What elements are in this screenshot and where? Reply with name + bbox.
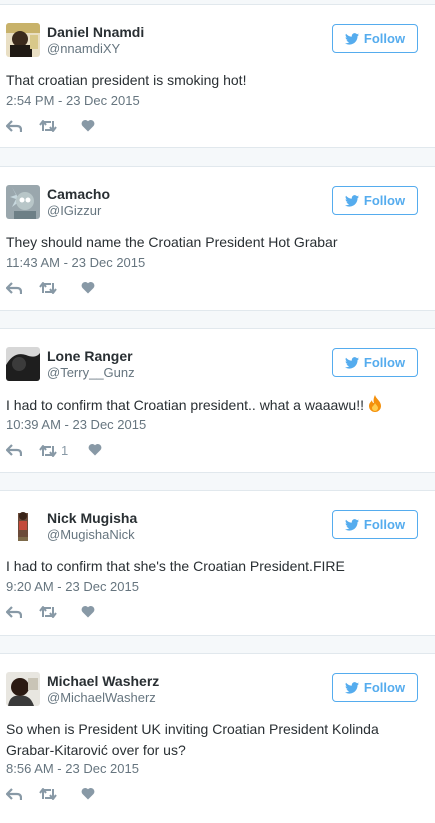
reply-button[interactable] (6, 119, 22, 133)
reply-icon (6, 443, 22, 457)
user-handle[interactable]: @nnamdiXY (47, 41, 120, 56)
follow-button[interactable]: Follow (332, 186, 418, 215)
tweet-actions (6, 605, 206, 621)
tweet-actions: 1 (6, 443, 206, 459)
retweet-button[interactable] (39, 281, 61, 295)
heart-icon (81, 119, 95, 132)
heart-icon (81, 787, 95, 800)
like-button[interactable] (88, 443, 102, 456)
tweet-card: Daniel Nnamdi @nnamdiXY Follow That croa… (0, 4, 435, 148)
tweet-card: Lone Ranger @Terry__Gunz Follow I had to… (0, 328, 435, 473)
follow-button[interactable]: Follow (332, 510, 418, 539)
user-name[interactable]: Michael Washerz (47, 673, 159, 689)
tweet-timestamp[interactable]: 9:20 AM - 23 Dec 2015 (6, 579, 139, 594)
like-button[interactable] (81, 787, 95, 800)
heart-icon (88, 443, 102, 456)
heart-icon (81, 605, 95, 618)
user-name[interactable]: Camacho (47, 186, 110, 202)
reply-icon (6, 605, 22, 619)
tweet-card: Nick Mugisha @MugishaNick Follow I had t… (0, 490, 435, 636)
retweet-icon (39, 281, 57, 295)
retweet-button[interactable] (39, 119, 61, 133)
avatar[interactable] (6, 672, 40, 706)
tweet-actions (6, 787, 206, 803)
follow-label: Follow (363, 517, 406, 532)
tweet-card: Michael Washerz @MichaelWasherz Follow S… (0, 653, 435, 823)
retweet-icon (39, 119, 57, 133)
tweet-text: I had to confirm that she's the Croatian… (6, 558, 345, 574)
reply-button[interactable] (6, 281, 22, 295)
user-name[interactable]: Nick Mugisha (47, 510, 137, 526)
twitter-bird-icon (344, 32, 359, 45)
tweet-text: So when is President UK inviting Croatia… (6, 721, 379, 758)
reply-button[interactable] (6, 605, 22, 619)
user-name[interactable]: Daniel Nnamdi (47, 24, 144, 40)
retweet-icon (39, 787, 57, 801)
retweet-button[interactable]: 1 (39, 443, 68, 458)
follow-label: Follow (363, 31, 406, 46)
reply-button[interactable] (6, 787, 22, 801)
twitter-bird-icon (344, 356, 359, 369)
avatar[interactable] (6, 185, 40, 219)
twitter-bird-icon (344, 518, 359, 531)
follow-label: Follow (363, 193, 406, 208)
reply-icon (6, 281, 22, 295)
user-handle[interactable]: @Terry__Gunz (47, 365, 135, 380)
like-button[interactable] (81, 119, 95, 132)
tweet-text-body: I had to confirm that Croatian president… (6, 397, 364, 413)
avatar[interactable] (6, 509, 40, 543)
like-button[interactable] (81, 281, 95, 294)
tweet-timestamp[interactable]: 2:54 PM - 23 Dec 2015 (6, 93, 140, 108)
follow-button[interactable]: Follow (332, 348, 418, 377)
tweet-timestamp[interactable]: 11:43 AM - 23 Dec 2015 (6, 255, 145, 270)
retweet-button[interactable] (39, 605, 61, 619)
tweet-timestamp[interactable]: 10:39 AM - 23 Dec 2015 (6, 417, 146, 432)
retweet-count: 1 (61, 443, 69, 458)
tweet-actions (6, 119, 206, 135)
twitter-bird-icon (344, 681, 359, 694)
fire-emoji (367, 394, 383, 418)
tweet-timestamp[interactable]: 8:56 AM - 23 Dec 2015 (6, 761, 139, 776)
user-name[interactable]: Lone Ranger (47, 348, 133, 364)
avatar[interactable] (6, 347, 40, 381)
user-handle[interactable]: @MugishaNick (47, 527, 135, 542)
tweet-text: That croatian president is smoking hot! (6, 72, 247, 88)
reply-icon (6, 787, 22, 801)
follow-label: Follow (363, 355, 406, 370)
tweet-actions (6, 281, 206, 297)
avatar[interactable] (6, 23, 40, 57)
tweet-card: Camacho @IGizzur Follow They should name… (0, 166, 435, 311)
tweet-text: They should name the Croatian President … (6, 234, 338, 250)
retweet-icon (39, 444, 57, 458)
retweet-button[interactable] (39, 787, 61, 801)
like-button[interactable] (81, 605, 95, 618)
follow-label: Follow (363, 680, 406, 695)
reply-icon (6, 119, 22, 133)
reply-button[interactable] (6, 443, 22, 457)
retweet-icon (39, 605, 57, 619)
tweet-text: I had to confirm that Croatian president… (6, 394, 406, 418)
heart-icon (81, 281, 95, 294)
follow-button[interactable]: Follow (332, 673, 418, 702)
twitter-bird-icon (344, 194, 359, 207)
user-handle[interactable]: @MichaelWasherz (47, 690, 156, 705)
follow-button[interactable]: Follow (332, 24, 418, 53)
user-handle[interactable]: @IGizzur (47, 203, 101, 218)
